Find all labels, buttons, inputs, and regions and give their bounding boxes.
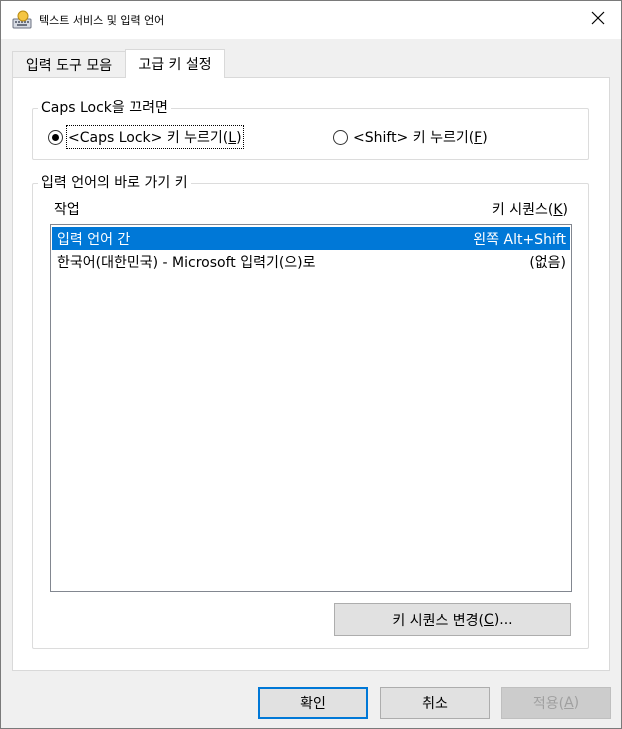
column-header-action: 작업 bbox=[54, 202, 80, 218]
tab-label: 입력 도구 모음 bbox=[25, 57, 113, 74]
list-item-sequence: 왼쪽 Alt+Shift bbox=[473, 231, 566, 248]
dialog-window: 텍스트 서비스 및 입력 언어 입력 도구 모음 고급 키 설정 Caps Lo… bbox=[0, 0, 622, 729]
list-item[interactable]: 입력 언어 간 왼쪽 Alt+Shift bbox=[52, 227, 570, 250]
ok-button[interactable]: 확인 bbox=[258, 687, 368, 719]
radio-shift-label: <Shift> 키 누르기(F) bbox=[353, 130, 488, 146]
cancel-button[interactable]: 취소 bbox=[380, 687, 490, 719]
hotkey-list[interactable]: 입력 언어 간 왼쪽 Alt+Shift 한국어(대한민국) - Microso… bbox=[50, 224, 572, 592]
radio-shift-key[interactable]: <Shift> 키 누르기(F) bbox=[333, 127, 488, 147]
tab-input-toolbar[interactable]: 입력 도구 모음 bbox=[12, 51, 126, 77]
radio-caps-lock-label: <Caps Lock> 키 누르기(L) bbox=[66, 125, 244, 149]
column-header-key-sequence: 키 시퀀스(K) bbox=[491, 202, 568, 218]
change-key-sequence-button[interactable]: 키 시퀀스 변경(C)... bbox=[334, 603, 571, 636]
list-item-action: 입력 언어 간 bbox=[57, 231, 131, 248]
hotkeys-group-label: 입력 언어의 바로 가기 키 bbox=[38, 175, 191, 191]
tab-label: 고급 키 설정 bbox=[138, 57, 212, 73]
list-item[interactable]: 한국어(대한민국) - Microsoft 입력기(으)로 (없음) bbox=[52, 250, 570, 273]
radio-unchecked-icon bbox=[333, 129, 348, 145]
radio-caps-lock-key[interactable]: <Caps Lock> 키 누르기(L) bbox=[48, 125, 244, 149]
close-icon bbox=[591, 11, 605, 29]
list-item-action: 한국어(대한민국) - Microsoft 입력기(으)로 bbox=[57, 254, 316, 271]
list-item-sequence: (없음) bbox=[529, 254, 566, 271]
tab-advanced-key-settings[interactable]: 고급 키 설정 bbox=[125, 49, 225, 78]
window-title: 텍스트 서비스 및 입력 언어 bbox=[39, 14, 165, 27]
apply-button[interactable]: 적용(A) bbox=[501, 687, 611, 719]
caps-lock-group-label: Caps Lock을 끄려면 bbox=[38, 100, 171, 116]
keyboard-icon bbox=[12, 10, 32, 30]
close-button[interactable] bbox=[575, 1, 621, 39]
radio-checked-icon bbox=[48, 129, 63, 145]
title-bar: 텍스트 서비스 및 입력 언어 bbox=[1, 1, 621, 39]
